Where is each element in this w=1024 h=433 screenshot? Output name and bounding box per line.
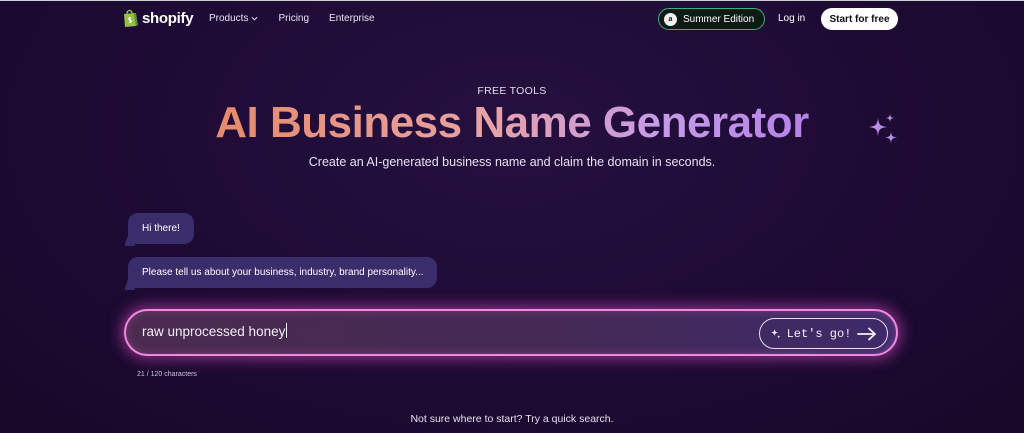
chevron-down-icon xyxy=(251,16,258,21)
top-nav: shopify Products Pricing Enterprise a Su… xyxy=(0,1,1024,37)
start-for-free-button[interactable]: Start for free xyxy=(821,8,898,30)
nav-pricing[interactable]: Pricing xyxy=(278,13,309,24)
nav-products-label: Products xyxy=(209,13,249,24)
edition-badge-icon: a xyxy=(664,12,677,26)
lets-go-label: Let's go! xyxy=(786,326,852,341)
chat-bubble-prompt: Please tell us about your business, indu… xyxy=(128,257,438,288)
lets-go-button[interactable]: Let's go! xyxy=(759,318,888,349)
edition-label: Summer Edition xyxy=(683,13,755,25)
sparkles-icon xyxy=(869,114,897,143)
chat-bubble-greeting: Hi there! xyxy=(128,213,194,244)
sparkle-icon xyxy=(770,328,781,339)
text-caret xyxy=(286,323,288,338)
summer-edition-button[interactable]: a Summer Edition xyxy=(658,8,766,30)
chat-bubble-text: Please tell us about your business, indu… xyxy=(142,267,424,278)
page-title-text: AI Business Name Generator xyxy=(215,98,809,147)
business-description-input[interactable]: raw unprocessed honey xyxy=(142,323,742,339)
eyebrow-label: FREE TOOLS xyxy=(477,85,547,97)
page-subtitle: Create an AI-generated business name and… xyxy=(308,155,716,169)
shopify-logo[interactable]: shopify xyxy=(122,9,194,27)
arrow-right-icon xyxy=(857,327,877,340)
shopify-bag-icon xyxy=(124,9,138,27)
page-background: shopify Products Pricing Enterprise a Su… xyxy=(0,0,1024,433)
quick-search-hint: Not sure where to start? Try a quick sea… xyxy=(410,413,614,425)
nav-links: Products Pricing Enterprise xyxy=(209,13,375,24)
brand-name: shopify xyxy=(142,9,194,27)
login-link[interactable]: Log in xyxy=(778,13,805,24)
nav-products[interactable]: Products xyxy=(209,13,258,24)
nav-enterprise[interactable]: Enterprise xyxy=(329,13,375,24)
character-counter: 21 / 120 characters xyxy=(137,371,197,378)
chat-bubble-text: Hi there! xyxy=(142,223,180,234)
input-value: raw unprocessed honey xyxy=(142,324,286,339)
business-description-field[interactable]: raw unprocessed honey Let's go! xyxy=(124,309,898,356)
